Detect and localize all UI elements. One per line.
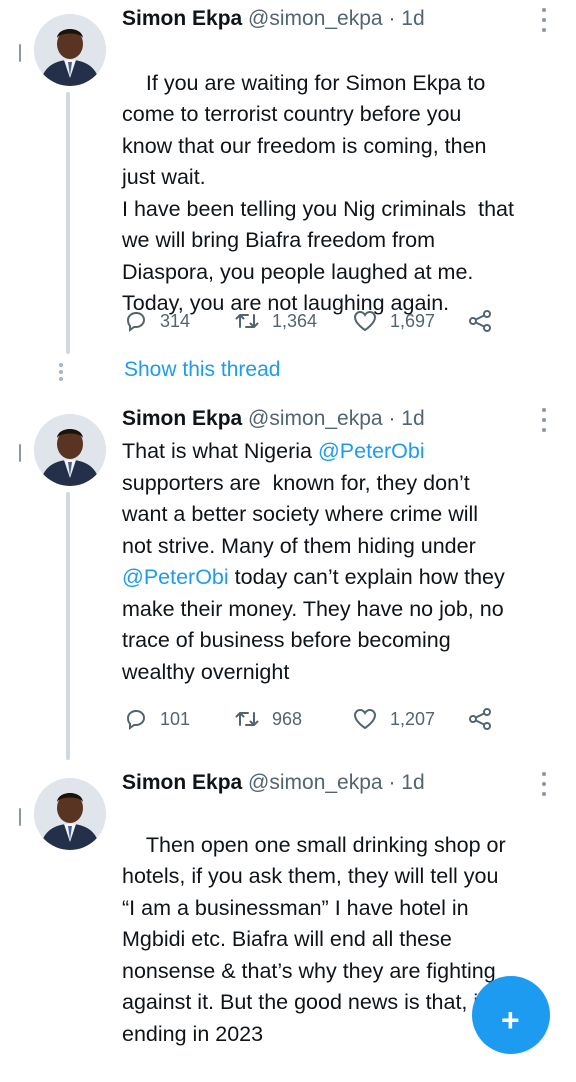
thread-line — [66, 492, 70, 760]
avatar[interactable] — [34, 414, 106, 486]
author-name[interactable]: Simon Ekpa — [122, 771, 242, 794]
retweet-icon — [235, 712, 259, 726]
text-segment: supporters are known for, they don’t wan… — [122, 470, 479, 558]
retweet-count: 968 — [272, 708, 303, 729]
author-handle[interactable]: @simon_ekpa — [248, 7, 383, 30]
like-count: 1,207 — [390, 708, 436, 729]
reply-count: 314 — [160, 310, 191, 331]
tweet-actions: 101 968 1,207 — [124, 705, 493, 733]
author-handle[interactable]: @simon_ekpa — [248, 407, 383, 430]
author-name[interactable]: Simon Ekpa — [122, 407, 242, 430]
avatar[interactable] — [34, 14, 106, 86]
retweet-icon — [235, 314, 259, 328]
more-options-icon[interactable] — [534, 408, 554, 432]
timestamp[interactable]: 1d — [401, 771, 424, 794]
edge-mark — [19, 44, 21, 62]
tweet-header: Simon Ekpa @simon_ekpa · 1d — [122, 770, 425, 796]
tweet-actions: 314 1,364 1,697 — [124, 307, 493, 335]
like-button[interactable]: 1,207 — [352, 707, 467, 731]
reply-count: 101 — [160, 708, 191, 729]
separator-dot: · — [388, 771, 396, 794]
author-handle[interactable]: @simon_ekpa — [248, 771, 383, 794]
share-icon — [469, 708, 491, 730]
tweet-text: That is what Nigeria @PeterObi supporter… — [122, 436, 562, 688]
thread-line — [66, 92, 70, 354]
share-icon — [469, 310, 491, 332]
like-button[interactable]: 1,697 — [352, 309, 467, 333]
tweet-header: Simon Ekpa @simon_ekpa · 1d — [122, 6, 425, 32]
like-icon — [353, 708, 377, 730]
compose-fab[interactable]: + — [472, 976, 550, 1054]
share-button[interactable] — [467, 707, 493, 731]
timestamp[interactable]: 1d — [401, 7, 424, 30]
like-count: 1,697 — [390, 310, 436, 331]
tweet-header: Simon Ekpa @simon_ekpa · 1d — [122, 406, 425, 432]
separator-dot: · — [388, 407, 396, 430]
author-name[interactable]: Simon Ekpa — [122, 7, 242, 30]
reply-icon — [126, 311, 146, 332]
text-segment: That is what Nigeria — [122, 439, 318, 463]
more-options-icon[interactable] — [534, 772, 554, 796]
retweet-button[interactable]: 1,364 — [234, 309, 352, 333]
plus-icon: + — [501, 1002, 520, 1038]
mention-link[interactable]: @PeterObi — [122, 565, 229, 589]
reply-button[interactable]: 101 — [124, 707, 234, 731]
edge-mark — [19, 808, 21, 826]
share-button[interactable] — [467, 309, 493, 333]
like-icon — [353, 310, 377, 332]
retweet-button[interactable]: 968 — [234, 707, 352, 731]
reply-button[interactable]: 314 — [124, 309, 234, 333]
avatar[interactable] — [34, 778, 106, 850]
show-thread-link[interactable]: Show this thread — [124, 358, 280, 382]
tweet-text: If you are waiting for Simon Ekpa to com… — [122, 36, 562, 351]
mention-link[interactable]: @PeterObi — [318, 439, 425, 463]
more-options-icon[interactable] — [534, 8, 554, 32]
retweet-count: 1,364 — [272, 310, 318, 331]
text-segment: If you are waiting for Simon Ekpa to com… — [122, 70, 514, 316]
thread-continuation-dots — [59, 363, 63, 381]
edge-mark — [19, 444, 21, 462]
timestamp[interactable]: 1d — [401, 407, 424, 430]
separator-dot: · — [388, 7, 396, 30]
reply-icon — [126, 709, 146, 730]
text-segment: Then open one small drinking shop or hot… — [122, 832, 506, 1046]
